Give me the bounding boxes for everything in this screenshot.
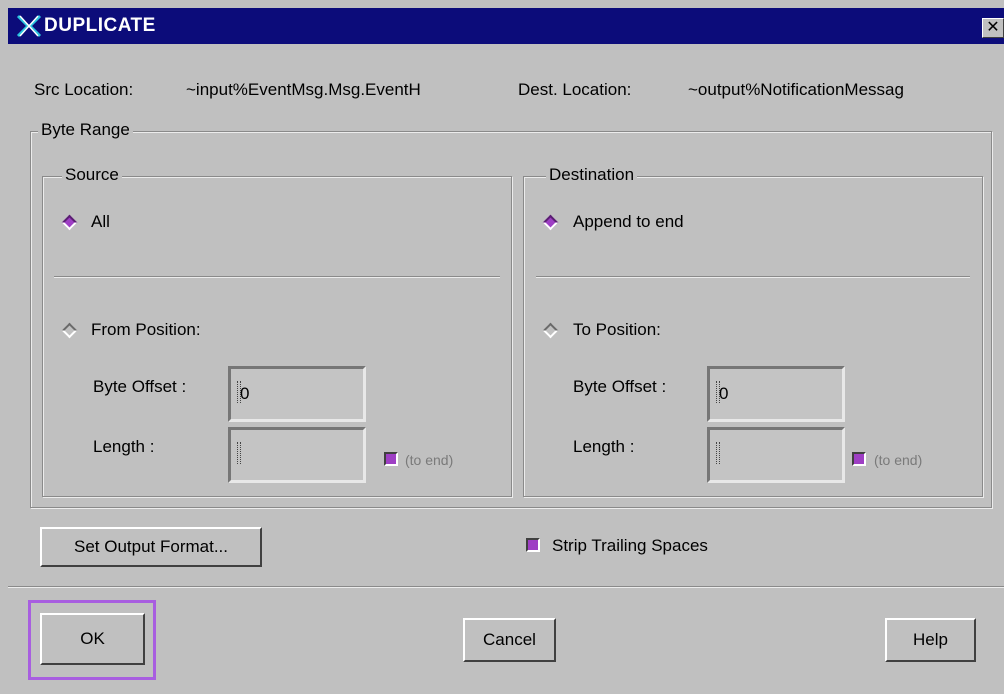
src-location-label: Src Location: xyxy=(34,80,134,99)
window-title: DUPLICATE xyxy=(44,15,156,36)
destination-byte-offset-label: Byte Offset : xyxy=(573,377,667,396)
close-icon: ✕ xyxy=(986,19,1000,36)
ok-button[interactable]: OK xyxy=(40,613,145,665)
destination-legend: Destination xyxy=(546,165,638,185)
source-byte-offset-value: 0 xyxy=(240,384,250,403)
button-separator xyxy=(8,586,1004,588)
cancel-button[interactable]: Cancel xyxy=(463,618,556,662)
text-cursor-icon xyxy=(716,442,720,464)
source-separator xyxy=(54,276,500,278)
source-byte-offset-label: Byte Offset : xyxy=(93,377,187,396)
dest-location-label: Dest. Location: xyxy=(518,80,632,99)
text-cursor-icon xyxy=(237,442,241,464)
source-byte-offset-input[interactable]: 0 xyxy=(228,366,366,422)
destination-to-end-checkbox[interactable] xyxy=(852,452,866,466)
destination-byte-offset-value: 0 xyxy=(719,384,729,403)
byte-range-legend: Byte Range xyxy=(38,120,133,140)
duplicate-dialog: DUPLICATE ✕ Src Location: ~input%EventMs… xyxy=(0,0,1004,694)
source-to-end-label[interactable]: (to end) xyxy=(405,452,453,468)
strip-trailing-spaces-label[interactable]: Strip Trailing Spaces xyxy=(552,536,708,556)
source-legend: Source xyxy=(62,165,122,185)
set-output-format-button[interactable]: Set Output Format... xyxy=(40,527,262,567)
title-bar[interactable]: DUPLICATE ✕ xyxy=(8,8,1004,44)
source-to-end-checkbox[interactable] xyxy=(384,452,398,466)
destination-append-label[interactable]: Append to end xyxy=(573,212,684,232)
destination-to-position-label[interactable]: To Position: xyxy=(573,320,661,340)
dest-location-value: ~output%NotificationMessag xyxy=(688,80,904,99)
destination-byte-offset-input[interactable]: 0 xyxy=(707,366,845,422)
help-button[interactable]: Help xyxy=(885,618,976,662)
source-all-label[interactable]: All xyxy=(91,212,110,232)
destination-length-label: Length : xyxy=(573,437,635,456)
destination-length-input[interactable] xyxy=(707,427,845,483)
source-length-input[interactable] xyxy=(228,427,366,483)
source-from-position-label[interactable]: From Position: xyxy=(91,320,201,340)
strip-trailing-spaces-checkbox[interactable] xyxy=(526,538,540,552)
destination-to-end-label[interactable]: (to end) xyxy=(874,452,922,468)
destination-separator xyxy=(536,276,970,278)
src-location-value: ~input%EventMsg.Msg.EventH xyxy=(186,80,421,99)
source-length-label: Length : xyxy=(93,437,155,456)
app-logo-icon xyxy=(16,14,42,38)
close-button[interactable]: ✕ xyxy=(982,18,1004,38)
